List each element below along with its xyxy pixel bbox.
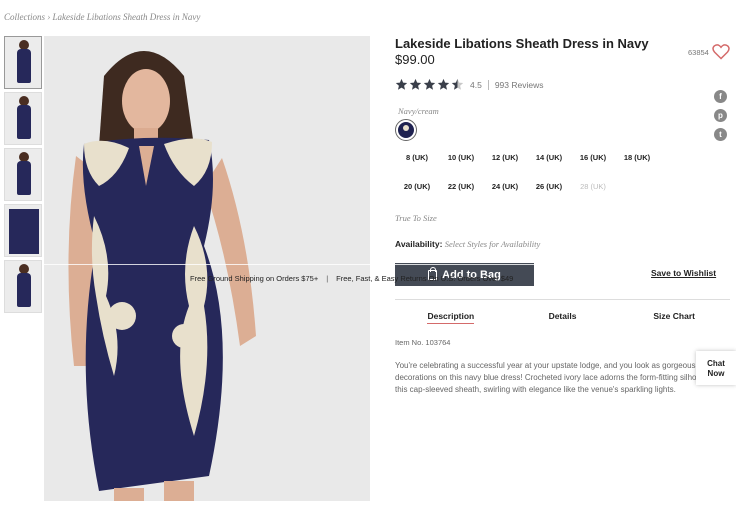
chat-label-line1: Chat <box>707 359 725 368</box>
size-option[interactable]: 10 (UK) <box>439 150 483 165</box>
thumbnail-1[interactable] <box>4 36 42 89</box>
product-price: $99.00 <box>395 52 435 67</box>
size-option[interactable]: 14 (UK) <box>527 150 571 165</box>
size-option[interactable]: 24 (UK) <box>483 179 527 194</box>
facebook-icon[interactable]: f <box>714 90 727 103</box>
product-title: Lakeside Libations Sheath Dress in Navy <box>395 36 649 51</box>
thumbnail-gallery <box>4 36 42 316</box>
rating-stars <box>395 78 464 91</box>
save-to-wishlist-link[interactable]: Save to Wishlist <box>651 268 716 278</box>
tab-description[interactable]: Description <box>395 311 507 324</box>
promo-separator: | <box>326 273 329 283</box>
size-option[interactable]: 18 (UK) <box>615 150 659 165</box>
availability-value: Select Styles for Availability <box>444 239 541 249</box>
star-icon <box>409 78 422 90</box>
tab-details[interactable]: Details <box>507 311 619 323</box>
promo-banner-rule <box>44 264 534 265</box>
social-share: fpt <box>714 90 728 147</box>
size-option: 28 (UK) <box>580 182 606 191</box>
size-selector: 8 (UK) 10 (UK) 12 (UK) 14 (UK) 16 (UK) 18 (UK… <box>395 150 665 194</box>
color-swatch-navy-cream[interactable] <box>395 119 417 141</box>
heart-icon[interactable] <box>712 44 730 60</box>
promo-shipping: Free Ground Shipping on Orders $75+ <box>190 273 319 283</box>
fit-note: True To Size <box>395 213 437 223</box>
product-rating[interactable]: 4.5 993 Reviews <box>395 78 544 91</box>
thumbnail-2[interactable] <box>4 92 42 145</box>
chat-now-button[interactable]: Chat Now <box>696 351 736 385</box>
product-description: You're celebrating a successful year at … <box>395 361 724 394</box>
chat-label-line2: Now <box>707 369 725 378</box>
size-option[interactable]: 26 (UK) <box>527 179 571 194</box>
star-icon <box>451 78 464 90</box>
reviews-link[interactable]: 993 Reviews <box>495 80 544 90</box>
twitter-icon[interactable]: t <box>714 128 727 141</box>
thumbnail-5[interactable] <box>4 260 42 313</box>
rating-divider <box>487 79 489 90</box>
size-option[interactable]: 12 (UK) <box>483 150 527 165</box>
star-icon <box>423 78 436 90</box>
pinterest-icon[interactable]: p <box>714 109 727 122</box>
product-info-tabs: Description Details Size Chart <box>395 311 730 324</box>
star-icon <box>437 78 450 90</box>
promo-banner: Free Ground Shipping on Orders $75+ | Fr… <box>190 268 535 288</box>
thumbnail-4[interactable] <box>4 204 42 257</box>
size-option[interactable]: 16 (UK) <box>571 150 615 165</box>
color-label: Navy/cream <box>398 106 439 116</box>
availability-label: Availability: <box>395 239 443 249</box>
size-option[interactable]: 22 (UK) <box>439 179 483 194</box>
tabs-divider <box>395 299 730 300</box>
promo-returns: Free, Fast, & Easy Returns On U.S. Order… <box>336 273 514 283</box>
size-option[interactable]: 20 (UK) <box>395 179 439 194</box>
availability: Availability: Select Styles for Availabi… <box>395 239 540 249</box>
size-option[interactable]: 8 (UK) <box>395 150 439 165</box>
breadcrumb[interactable]: Collections › Lakeside Libations Sheath … <box>4 12 200 22</box>
star-icon <box>395 78 408 90</box>
tab-size-chart[interactable]: Size Chart <box>618 311 730 323</box>
favorites-count: 63854 <box>688 48 709 57</box>
thumbnail-3[interactable] <box>4 148 42 201</box>
rating-value: 4.5 <box>470 79 482 90</box>
item-number: Item No. 103764 <box>395 338 451 347</box>
